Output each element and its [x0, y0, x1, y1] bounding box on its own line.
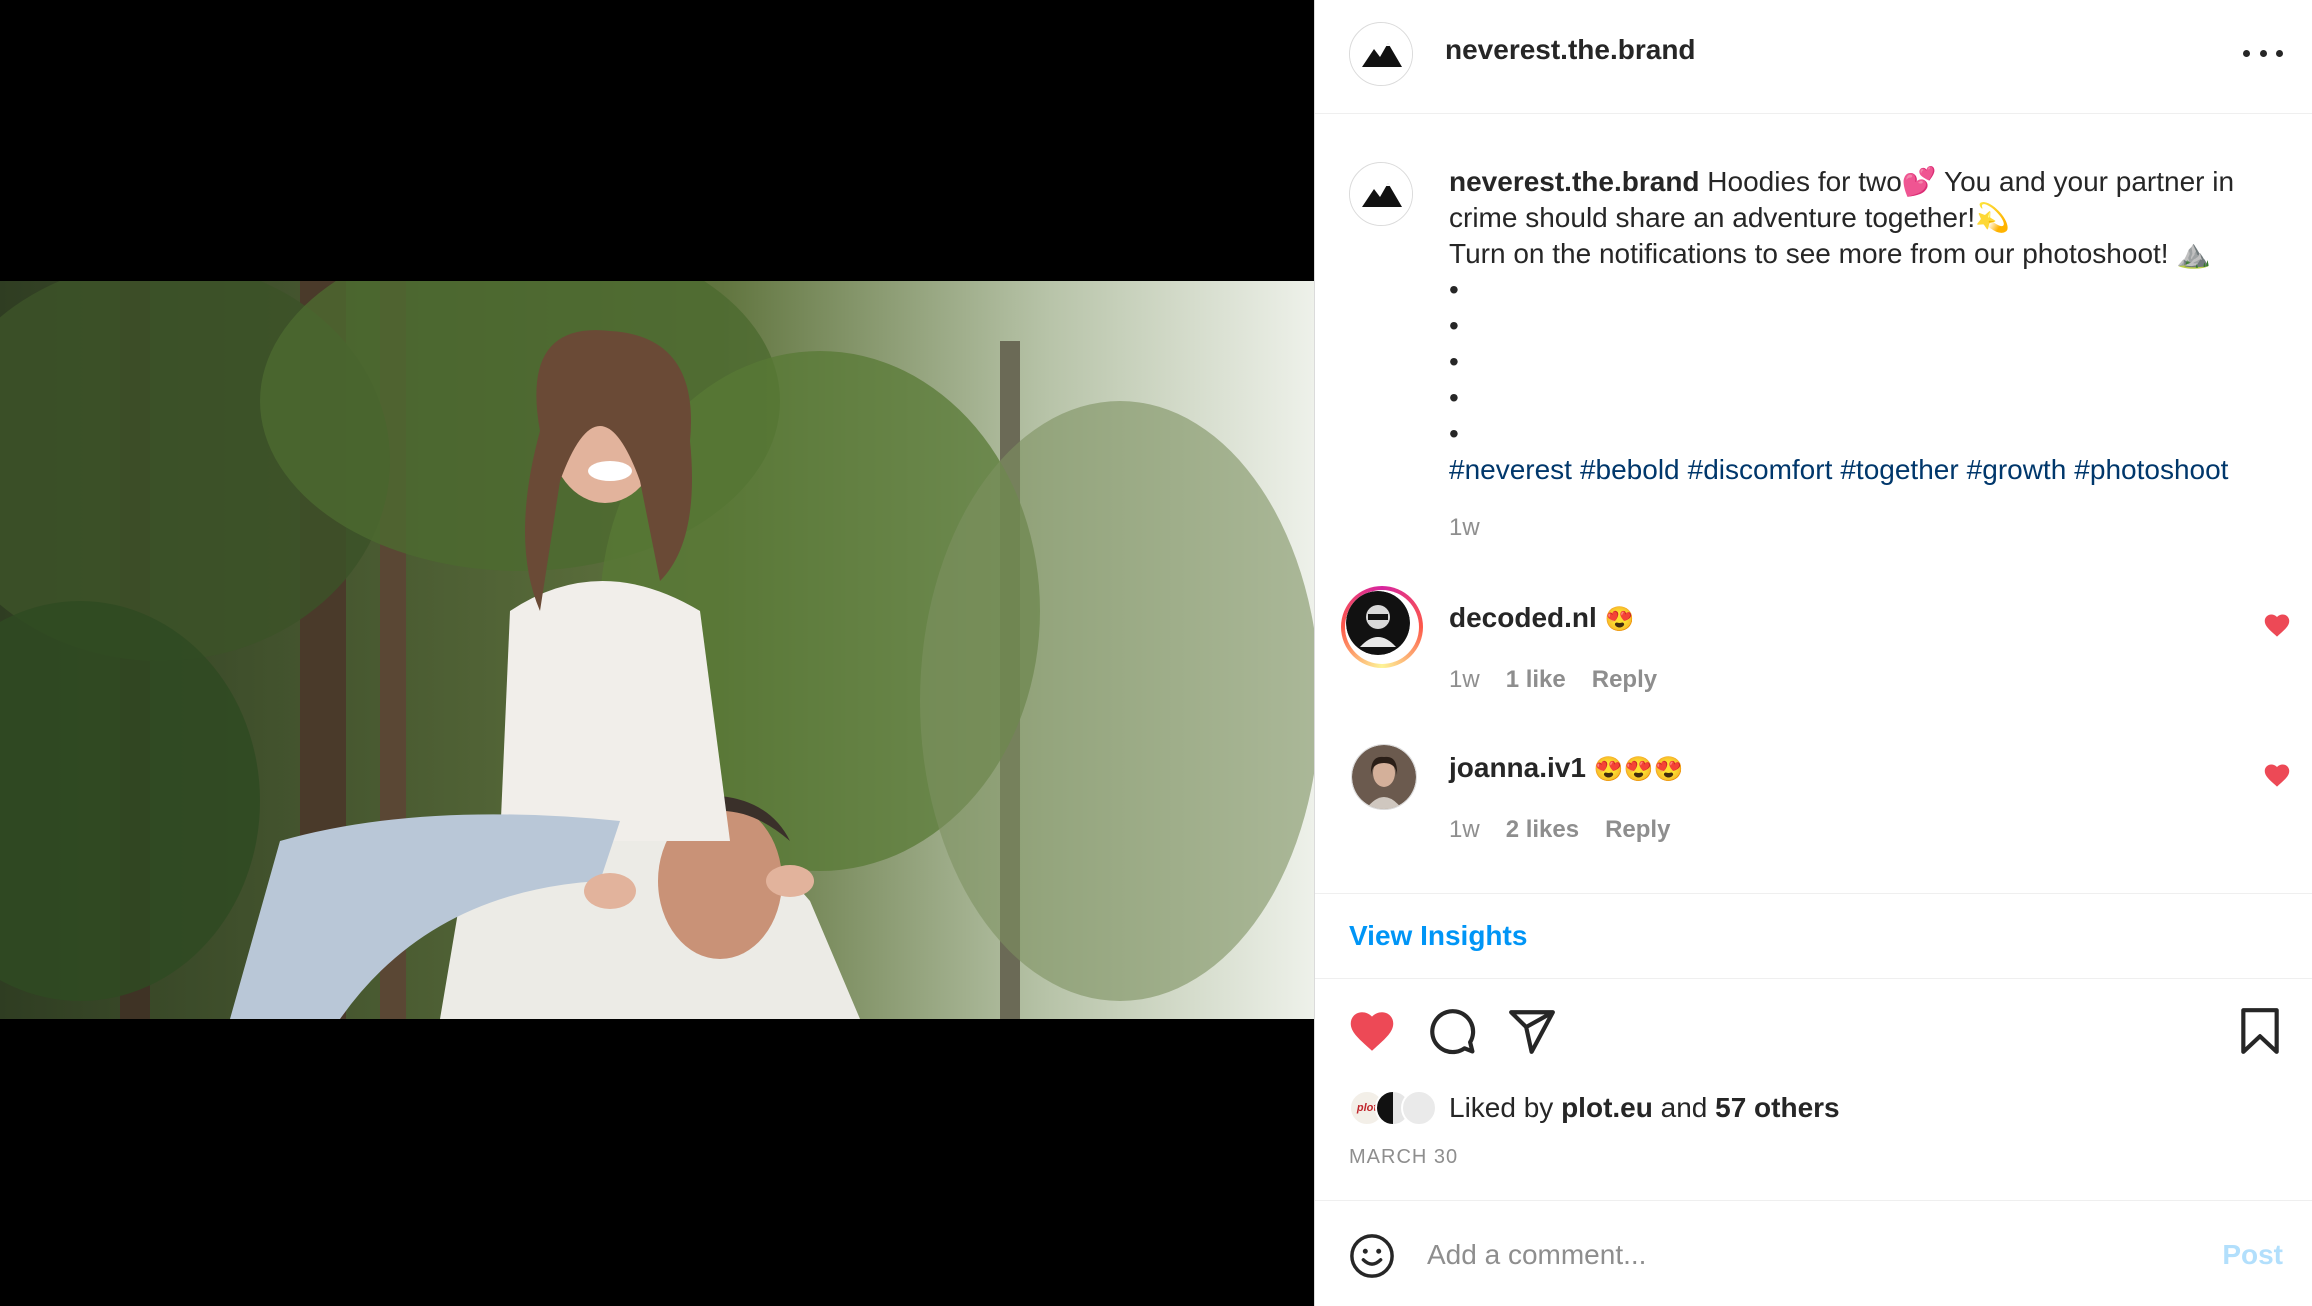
post-details-panel: neverest.the.brand neverest.the.brand Ho… [1314, 0, 2312, 1306]
dot [2276, 49, 2283, 57]
hashtag-link[interactable]: #together [1840, 454, 1958, 485]
comment-body: 😍😍😍 [1593, 756, 1684, 783]
insights-section: View Insights [1315, 893, 2312, 979]
caption-hashtags: #neverest #bebold #discomfort #together #gro… [1449, 452, 2289, 488]
reply-button[interactable]: Reply [1605, 816, 1670, 844]
comment-meta: 1w 2 likes Reply [1449, 816, 1670, 844]
comment-likes[interactable]: 1 like [1506, 666, 1566, 694]
comment-username[interactable]: joanna.iv1 [1449, 752, 1586, 783]
bookmark-icon[interactable] [2235, 1006, 2285, 1056]
hashtag-link[interactable]: #neverest [1449, 454, 1572, 485]
caption-author-avatar[interactable] [1349, 162, 1413, 226]
post-header: neverest.the.brand [1315, 0, 2312, 114]
caption-dot: • [1449, 382, 1459, 413]
comment-time[interactable]: 1w [1449, 816, 1480, 844]
caption-dot: • [1449, 274, 1459, 305]
heart-filled-icon[interactable] [1347, 1006, 1397, 1056]
liked-by-joiner: and [1652, 1092, 1716, 1123]
action-bar [1315, 980, 2312, 1070]
commenter-avatar[interactable] [1351, 744, 1417, 810]
hashtag-link[interactable]: #growth [1967, 454, 2067, 485]
commenter-avatar [1346, 591, 1410, 655]
mountain-logo-icon [1350, 23, 1412, 85]
comment-text: decoded.nl 😍 [1449, 602, 1634, 634]
hashtag-link[interactable]: #bebold [1580, 454, 1680, 485]
media-pane [0, 0, 1314, 1306]
paper-plane-icon[interactable] [1507, 1006, 1557, 1056]
comment-body: 😍 [1604, 606, 1635, 633]
comment-item: joanna.iv1 😍😍😍 1w 2 likes Reply [1315, 744, 2312, 864]
comment-input[interactable] [1427, 1229, 2187, 1281]
caption-username[interactable]: neverest.the.brand [1449, 166, 1700, 197]
post-modal: neverest.the.brand neverest.the.brand Ho… [0, 0, 2312, 1306]
comment-text: joanna.iv1 😍😍😍 [1449, 752, 1683, 784]
comments-scroll-area[interactable]: neverest.the.brand Hoodies for two💕 You … [1315, 114, 2312, 894]
caption-line-2: Turn on the notifications to see more fr… [1449, 238, 2212, 269]
caption-dot: • [1449, 346, 1459, 377]
comment-meta: 1w 1 like Reply [1449, 666, 1657, 694]
liker-username[interactable]: plot.eu [1561, 1092, 1653, 1123]
caption-timestamp[interactable]: 1w [1449, 514, 1480, 542]
post-comment-button[interactable]: Post [2222, 1239, 2283, 1271]
hashtag-link[interactable]: #discomfort [1688, 454, 1833, 485]
liked-by-text: Liked by plot.eu and 57 others [1449, 1092, 1840, 1124]
likes-count-link[interactable]: 57 others [1715, 1092, 1840, 1123]
heart-filled-icon[interactable] [2263, 762, 2291, 788]
story-ring[interactable] [1341, 586, 1423, 668]
mountain-logo-icon [1350, 163, 1412, 225]
comment-icon[interactable] [1427, 1006, 1477, 1056]
comment-time[interactable]: 1w [1449, 666, 1480, 694]
liked-by-row: plot Liked by plot.eu and 57 others [1349, 1086, 1840, 1130]
author-username[interactable]: neverest.the.brand [1445, 34, 1696, 66]
dot [2243, 49, 2250, 57]
view-insights-link[interactable]: View Insights [1349, 920, 1527, 952]
comment-username[interactable]: decoded.nl [1449, 602, 1597, 633]
hashtag-link[interactable]: #photoshoot [2074, 454, 2228, 485]
smiley-icon[interactable] [1349, 1233, 1395, 1279]
dot [2259, 49, 2267, 57]
user-avatar-image [1352, 745, 1416, 809]
caption-text: neverest.the.brand Hoodies for two💕 You … [1449, 164, 2289, 488]
caption-dots: • • • • • [1449, 272, 2289, 452]
comment-item: decoded.nl 😍 1w 1 like Reply [1315, 586, 2312, 714]
caption-dot: • [1449, 418, 1459, 449]
liker-avatar[interactable] [1401, 1090, 1437, 1126]
post-date[interactable]: MARCH 30 [1349, 1146, 1458, 1169]
post-image[interactable] [0, 281, 1314, 1019]
liked-by-prefix: Liked by [1449, 1092, 1562, 1123]
photo-illustration [0, 281, 1314, 1019]
user-avatar-image [1346, 591, 1410, 655]
caption-dot: • [1449, 310, 1459, 341]
heart-filled-icon[interactable] [2263, 612, 2291, 638]
add-comment-bar: Post [1315, 1200, 2312, 1306]
comment-likes[interactable]: 2 likes [1506, 816, 1579, 844]
more-options-button[interactable] [2243, 38, 2283, 68]
author-avatar[interactable] [1349, 22, 1413, 86]
reply-button[interactable]: Reply [1592, 666, 1657, 694]
